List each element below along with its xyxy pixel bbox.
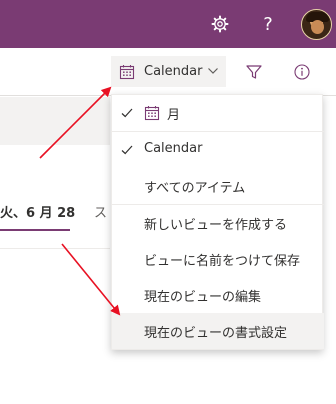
- menu-item-label: すべてのアイテム: [144, 181, 246, 196]
- calendar-icon: [119, 65, 135, 80]
- next-date-tab[interactable]: ス: [94, 202, 107, 221]
- sharepoint-calendar-page: ? Calendar 火、6 月 28 ス 月 Calendar すべてのアイテ…: [0, 0, 336, 404]
- current-date-tab[interactable]: 火、6 月 28: [0, 202, 75, 221]
- menu-item-calendar[interactable]: Calendar: [112, 132, 324, 168]
- menu-item-label: Calendar: [144, 141, 203, 156]
- info-button[interactable]: [286, 56, 318, 88]
- content-header-band: [0, 97, 110, 145]
- menu-item-label: 新しいビューを作成する: [144, 218, 288, 233]
- help-button[interactable]: ?: [246, 0, 290, 48]
- filter-icon: [246, 65, 262, 79]
- checkmark-icon: [121, 145, 133, 155]
- menu-item-month[interactable]: 月: [112, 95, 324, 131]
- menu-item-label: 現在のビューの編集: [144, 290, 262, 305]
- avatar-face: [311, 20, 324, 34]
- filter-button[interactable]: [238, 56, 270, 88]
- current-date-underline: [0, 229, 70, 231]
- menu-item-edit-view[interactable]: 現在のビューの編集: [112, 277, 324, 313]
- help-icon: ?: [263, 13, 273, 35]
- chevron-down-icon: [208, 68, 218, 74]
- user-avatar[interactable]: [301, 9, 332, 40]
- view-switcher-label: Calendar: [144, 64, 203, 79]
- menu-item-all-items[interactable]: すべてのアイテム: [112, 168, 324, 204]
- menu-item-label: 現在のビューの書式設定: [144, 326, 288, 341]
- info-icon: [294, 64, 310, 80]
- menu-item-save-view-as[interactable]: ビューに名前をつけて保存: [112, 241, 324, 277]
- calendar-icon: [144, 106, 160, 121]
- view-dropdown-menu: 月 Calendar すべてのアイテム 新しいビューを作成する ビューに名前をつ…: [111, 94, 324, 350]
- menu-item-create-view[interactable]: 新しいビューを作成する: [112, 205, 324, 241]
- gear-icon: [211, 15, 229, 33]
- settings-button[interactable]: [198, 0, 242, 48]
- suite-header: ?: [0, 0, 336, 48]
- checkmark-icon: [121, 108, 133, 118]
- menu-item-label: ビューに名前をつけて保存: [144, 254, 301, 269]
- view-switcher-button[interactable]: Calendar: [111, 56, 226, 87]
- menu-item-format-view[interactable]: 現在のビューの書式設定: [112, 313, 324, 349]
- content-divider: [0, 248, 110, 249]
- menu-item-label: 月: [167, 108, 181, 123]
